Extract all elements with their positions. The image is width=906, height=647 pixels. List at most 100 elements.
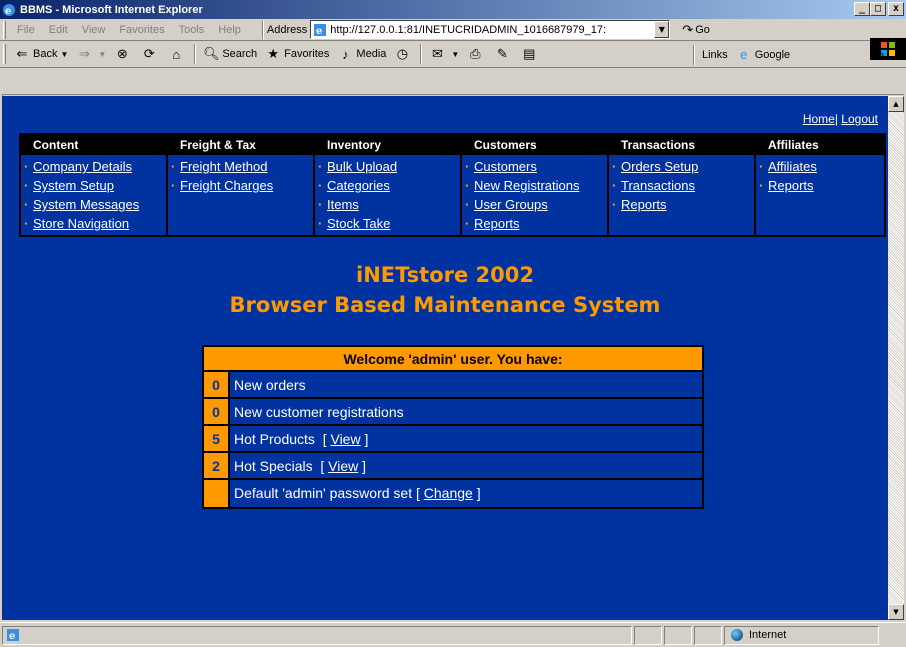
change-password-link[interactable]: Change [424, 485, 473, 501]
nav-link-stock-take[interactable]: Stock Take [317, 214, 460, 233]
favorites-button[interactable]: ★ Favorites [261, 46, 333, 62]
address-url: http://127.0.0.1:81/INETUCRIDADMIN_10166… [330, 23, 607, 36]
go-arrow-icon: ↷ [682, 21, 694, 37]
discuss-button[interactable]: ▤ [517, 46, 544, 62]
home-link[interactable]: Home [803, 112, 835, 126]
page-title-line2: Browser Based Maintenance System [229, 293, 661, 317]
nav-link-customer-reports[interactable]: Reports [464, 214, 607, 233]
nav-heading: Content [21, 135, 166, 155]
go-button[interactable]: ↷ Go [682, 22, 710, 38]
forward-arrow-icon: ⇒ [78, 46, 90, 61]
nav-link-system-messages[interactable]: System Messages [23, 195, 166, 214]
welcome-row-text: New customer registrations [230, 399, 702, 424]
mail-icon: ✉ [431, 46, 443, 61]
menu-view[interactable]: View [75, 24, 113, 36]
status-cell [694, 625, 722, 645]
refresh-icon: ⟳ [143, 46, 155, 61]
scroll-up-button[interactable]: ▲ [888, 96, 904, 112]
toolbar-grip [3, 44, 6, 64]
nav-link-system-setup[interactable]: System Setup [23, 176, 166, 195]
menu-edit[interactable]: Edit [42, 24, 75, 36]
page-content: Home| Logout Content Company Details Sys… [2, 96, 888, 620]
google-link[interactable]: e Google [732, 47, 794, 63]
chevron-down-icon[interactable]: ▼ [451, 50, 459, 59]
top-links: Home| Logout [802, 112, 878, 126]
nav-link-new-registrations[interactable]: New Registrations [464, 176, 607, 195]
menu-help[interactable]: Help [211, 24, 248, 36]
vertical-scrollbar[interactable]: ▲ ▼ [888, 96, 904, 620]
standard-toolbar: ⇐ Back ▼ ⇒ ▼ ⊗ ⟳ ⌂ 🔍︎ Search ★ Favorites… [0, 41, 906, 68]
view-hot-specials-link[interactable]: View [328, 458, 358, 474]
svg-text:e: e [9, 631, 15, 642]
home-button[interactable]: ⌂ [164, 46, 191, 62]
count-badge: 0 [204, 372, 230, 397]
welcome-row-new-registrations: 0 New customer registrations [204, 399, 702, 426]
toolbar-overflow-icon[interactable]: » [874, 49, 888, 61]
nav-link-affiliate-reports[interactable]: Reports [758, 176, 884, 195]
nav-column-content: Content Company Details System Setup Sys… [21, 135, 168, 235]
mail-button[interactable]: ✉ ▼ [425, 46, 463, 62]
nav-link-categories[interactable]: Categories [317, 176, 460, 195]
view-hot-products-link[interactable]: View [330, 431, 360, 447]
history-button[interactable]: ◷ [390, 46, 417, 62]
menu-tools[interactable]: Tools [172, 24, 212, 36]
nav-link-transaction-reports[interactable]: Reports [611, 195, 754, 214]
discuss-icon: ▤ [523, 46, 536, 61]
status-cell [664, 625, 692, 645]
close-button[interactable]: x [888, 2, 904, 16]
print-button[interactable]: ⎙ [463, 46, 490, 62]
nav-heading: Inventory [315, 135, 460, 155]
address-dropdown-button[interactable]: ▼ [654, 21, 670, 38]
nav-link-freight-charges[interactable]: Freight Charges [170, 176, 313, 195]
search-button[interactable]: 🔍︎ Search [199, 46, 261, 62]
edit-button[interactable]: ✎ [490, 46, 517, 62]
nav-column-customers: Customers Customers New Registrations Us… [462, 135, 609, 235]
chevron-down-icon[interactable]: ▼ [98, 50, 106, 59]
address-field[interactable]: e http://127.0.0.1:81/INETUCRIDADMIN_101… [310, 20, 671, 39]
separator [693, 44, 695, 65]
nav-link-items[interactable]: Items [317, 195, 460, 214]
nav-link-store-navigation[interactable]: Store Navigation [23, 214, 166, 233]
page-title: iNETstore 2002 Browser Based Maintenance… [2, 260, 888, 320]
separator [194, 44, 197, 64]
nav-column-affiliates: Affiliates Affiliates Reports [756, 135, 884, 235]
title-bar: e BBMS - Microsoft Internet Explorer _ □… [0, 0, 906, 19]
nav-link-freight-method[interactable]: Freight Method [170, 157, 313, 176]
welcome-row-hot-specials: 2 Hot Specials [ View ] [204, 453, 702, 480]
nav-heading: Customers [462, 135, 607, 155]
separator [420, 44, 423, 64]
nav-link-bulk-upload[interactable]: Bulk Upload [317, 157, 460, 176]
nav-link-user-groups[interactable]: User Groups [464, 195, 607, 214]
media-button[interactable]: ♪ Media [333, 46, 390, 62]
minimize-button[interactable]: _ [854, 2, 870, 16]
nav-column-freight: Freight & Tax Freight Method Freight Cha… [168, 135, 315, 235]
status-bar: e Internet [0, 622, 906, 647]
nav-link-affiliates[interactable]: Affiliates [758, 157, 884, 176]
nav-link-orders-setup[interactable]: Orders Setup [611, 157, 754, 176]
nav-link-transactions[interactable]: Transactions [611, 176, 754, 195]
welcome-row-text: Hot Specials [ View ] [230, 453, 702, 478]
page-icon: e [740, 47, 748, 62]
nav-link-customers[interactable]: Customers [464, 157, 607, 176]
links-button[interactable]: Links [698, 49, 732, 61]
home-icon: ⌂ [172, 46, 181, 62]
welcome-row-password: Default 'admin' password set [ Change ] [204, 480, 702, 507]
internet-globe-icon [731, 629, 743, 641]
maximize-button[interactable]: □ [870, 2, 886, 16]
refresh-button[interactable]: ⟳ [137, 46, 164, 62]
nav-column-inventory: Inventory Bulk Upload Categories Items S… [315, 135, 462, 235]
security-zone: Internet [724, 625, 879, 645]
back-button[interactable]: ⇐ Back ▼ [10, 46, 72, 62]
scroll-down-button[interactable]: ▼ [888, 604, 904, 620]
chevron-down-icon[interactable]: ▼ [60, 50, 68, 59]
logout-link[interactable]: Logout [841, 112, 878, 126]
welcome-row-text: New orders [230, 372, 702, 397]
stop-button[interactable]: ⊗ [110, 46, 137, 62]
page-icon: e [314, 23, 327, 37]
favorites-icon: ★ [267, 46, 279, 61]
forward-button[interactable]: ⇒ ▼ [72, 46, 110, 62]
menu-favorites[interactable]: Favorites [112, 24, 171, 36]
svg-text:e: e [5, 6, 11, 17]
menu-file[interactable]: File [10, 24, 42, 36]
nav-link-company-details[interactable]: Company Details [23, 157, 166, 176]
